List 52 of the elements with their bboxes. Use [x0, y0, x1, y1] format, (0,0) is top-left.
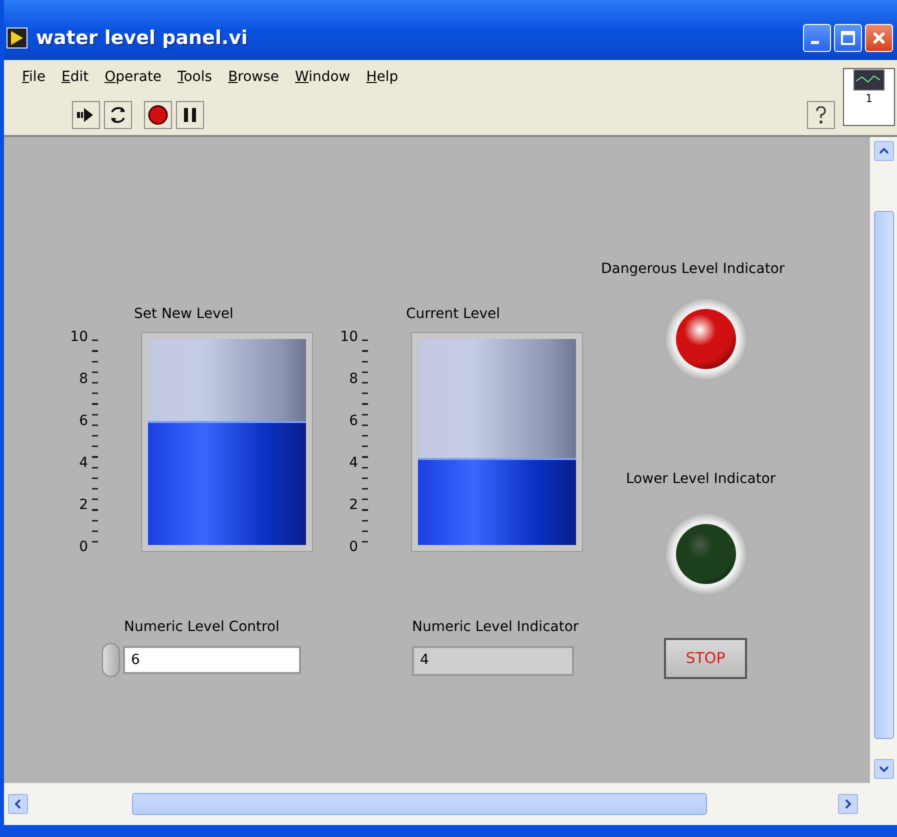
numeric-display: 4 [412, 646, 574, 676]
maximize-button[interactable] [834, 24, 862, 52]
menu-item[interactable]: Browse [220, 67, 288, 88]
scale-label: 2 [349, 497, 358, 513]
help-button[interactable] [807, 101, 835, 129]
scale-label: 6 [349, 413, 358, 429]
numeric-input[interactable]: 6 [123, 646, 301, 674]
minimize-icon [811, 40, 819, 44]
close-icon [872, 31, 886, 45]
scale-label: 2 [79, 497, 88, 513]
scroll-down-button[interactable] [874, 759, 894, 779]
scrollbar-thumb[interactable] [132, 793, 707, 815]
scale-label: 10 [70, 329, 88, 345]
indicator-label: Dangerous Level Indicator [601, 260, 785, 279]
toolbar-button[interactable] [144, 101, 172, 129]
scale-label: 4 [79, 455, 88, 471]
scroll-left-button[interactable] [8, 794, 28, 814]
scale-label: 6 [79, 413, 88, 429]
menu-item[interactable]: Tools [170, 67, 220, 88]
indicator-label: Lower Level Indicator [626, 470, 776, 489]
maximize-icon [841, 31, 855, 45]
scale-label: 0 [79, 539, 88, 555]
scale-label: 0 [349, 539, 358, 555]
scale-label: 10 [340, 329, 358, 345]
scale-label: 8 [79, 371, 88, 387]
tank-label: Current Level [406, 305, 500, 324]
menu-item[interactable]: File [14, 67, 54, 88]
minimize-button[interactable] [803, 24, 831, 52]
menu-item[interactable]: Edit [53, 67, 97, 88]
tank-label: Set New Level [134, 305, 234, 324]
scrollbar-thumb[interactable] [874, 211, 894, 739]
scroll-up-button[interactable] [874, 141, 894, 161]
menu-item[interactable]: Operate [96, 67, 170, 88]
indicator-label: Numeric Level Indicator [412, 618, 579, 637]
increment-decrement-button[interactable] [102, 643, 120, 677]
app-icon [6, 27, 28, 49]
control-label: Numeric Level Control [124, 618, 280, 637]
scale-label: 4 [349, 455, 358, 471]
scroll-right-button[interactable] [838, 794, 858, 814]
connector-label: 1 [866, 91, 872, 107]
window-title: water level panel.vi [36, 26, 249, 51]
toolbar-button[interactable] [104, 101, 132, 129]
help-icon [813, 105, 829, 125]
chart-icon [853, 69, 885, 91]
toolbar-button[interactable] [176, 101, 204, 129]
menu-item[interactable]: Help [358, 67, 406, 88]
connector-pane[interactable]: 1 [843, 68, 895, 126]
menu-item[interactable]: Window [287, 67, 358, 88]
scale-label: 8 [349, 371, 358, 387]
toolbar-button[interactable] [72, 101, 100, 129]
stop-sign-icon [147, 104, 169, 126]
close-button[interactable] [865, 24, 893, 52]
